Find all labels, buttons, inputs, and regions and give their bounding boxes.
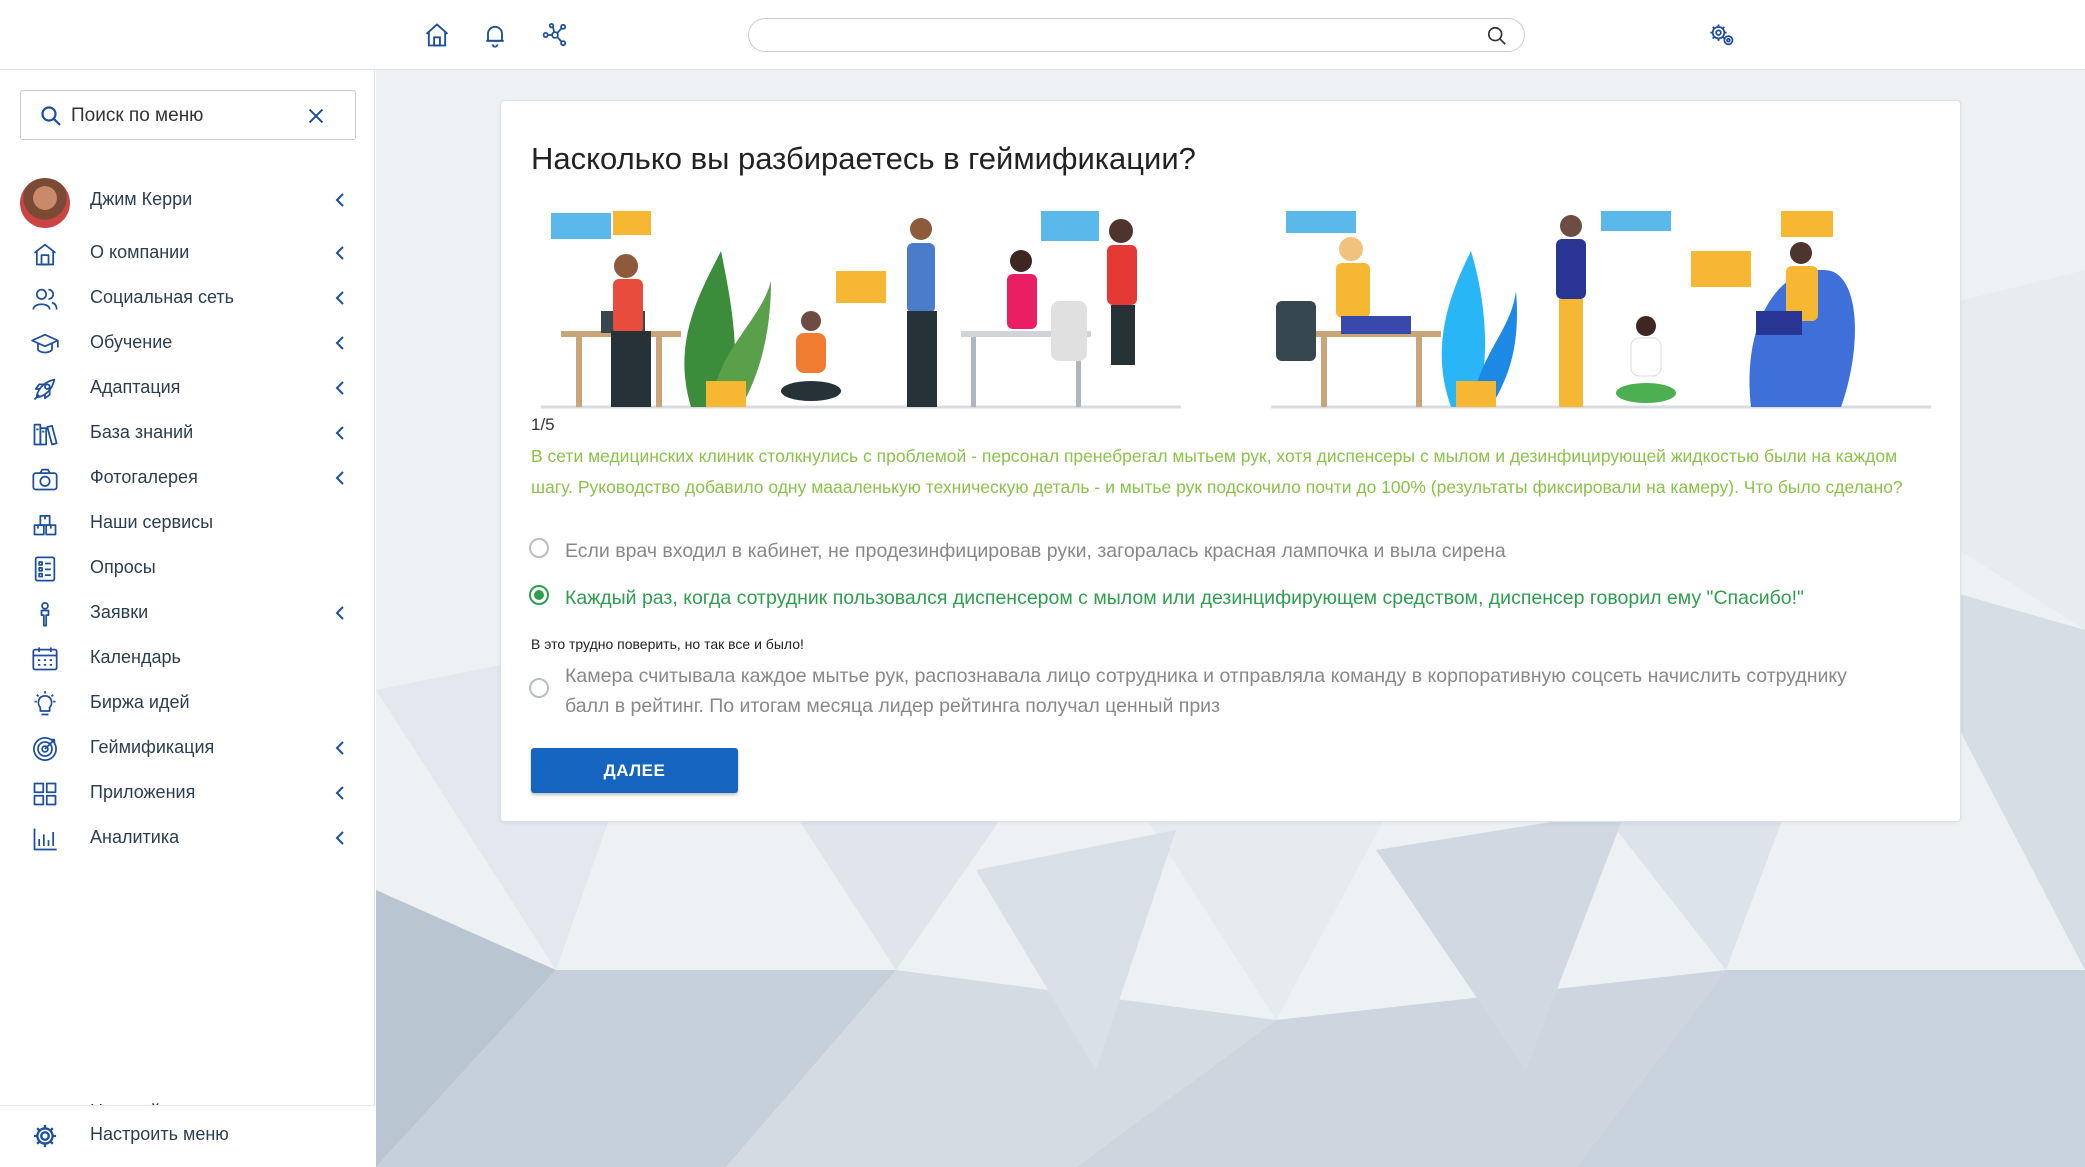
chevron-left-icon[interactable] xyxy=(330,738,350,758)
chevron-left-icon[interactable] xyxy=(330,378,350,398)
avatar xyxy=(20,178,70,228)
sidebar-item-label: Обучение xyxy=(90,332,173,352)
quiz-progress: 1/5 xyxy=(531,415,555,434)
sidebar-item-label: Аналитика xyxy=(90,827,180,847)
sidebar-item-label: Наши сервисы xyxy=(90,512,214,532)
sidebar-item-label: Приложения xyxy=(90,782,196,802)
gear-icon xyxy=(30,1121,60,1151)
building-icon xyxy=(30,239,60,269)
settings-gears-icon[interactable] xyxy=(1707,20,1737,50)
books-icon xyxy=(30,419,60,449)
sidebar-item-label: Заявки xyxy=(90,602,149,622)
sidebar-item-label: Геймификация xyxy=(90,737,215,757)
sidebar-item-lightbulb[interactable]: Биржа идей xyxy=(0,678,375,728)
global-search-input[interactable] xyxy=(765,23,1465,47)
sidebar-item-grid-apps[interactable]: Приложения xyxy=(0,768,375,818)
rocket-icon xyxy=(30,374,60,404)
option-text: Каждый раз, когда сотрудник пользовался … xyxy=(565,587,1804,609)
next-button[interactable]: ДАЛЕЕ xyxy=(531,748,738,793)
calendar-icon xyxy=(30,644,60,674)
chevron-left-icon[interactable] xyxy=(330,243,350,263)
sidebar-item-label: О компании xyxy=(90,242,190,262)
sidebar-item-label: Опросы xyxy=(90,557,156,577)
search-icon[interactable] xyxy=(1486,25,1508,47)
option-text: Камера считывала каждое мытье рук, распо… xyxy=(565,665,1847,717)
chevron-left-icon[interactable] xyxy=(330,423,350,443)
user-name: Джим Керри xyxy=(90,189,193,209)
chevron-left-icon[interactable] xyxy=(330,603,350,623)
menu-search-label: Поиск по меню xyxy=(71,105,204,126)
sidebar-item-label: База знаний xyxy=(90,422,194,442)
option-text: Если врач входил в кабинет, не продезинф… xyxy=(565,540,1506,562)
global-search[interactable] xyxy=(748,18,1525,52)
survey-list-icon xyxy=(30,554,60,584)
sidebar-item-target[interactable]: Геймификация xyxy=(0,723,375,773)
chevron-left-icon[interactable] xyxy=(330,468,350,488)
boxes-icon xyxy=(30,509,60,539)
home-icon[interactable] xyxy=(422,20,452,50)
search-icon xyxy=(41,106,61,126)
menu-search[interactable]: Поиск по меню xyxy=(20,90,356,140)
bell-icon[interactable] xyxy=(480,20,510,50)
configure-menu[interactable]: Настроить меню xyxy=(0,1105,375,1167)
configure-menu-item[interactable]: Настроить меню xyxy=(0,1110,375,1160)
close-icon[interactable] xyxy=(305,105,327,127)
radio-button[interactable] xyxy=(529,538,549,558)
sidebar-item-label: Социальная сеть xyxy=(90,287,234,307)
chevron-left-icon[interactable] xyxy=(330,190,350,210)
answer-feedback: В это трудно поверить, но так все и было… xyxy=(531,636,804,652)
bar-chart-icon xyxy=(30,824,60,854)
sidebar-item-label: Адаптация xyxy=(90,377,181,397)
sidebar-item-books[interactable]: База знаний xyxy=(0,408,375,458)
sidebar-item-building[interactable]: О компании xyxy=(0,228,375,278)
page-title: Насколько вы разбираетесь в геймификации… xyxy=(531,141,1196,176)
sidebar-item-label: Календарь xyxy=(90,647,181,667)
camera-icon xyxy=(30,464,60,494)
sidebar-item-rocket[interactable]: Адаптация xyxy=(0,363,375,413)
users-icon xyxy=(30,284,60,314)
chevron-left-icon[interactable] xyxy=(330,333,350,353)
sidebar-item-survey-list[interactable]: Опросы xyxy=(0,543,375,593)
chevron-left-icon[interactable] xyxy=(330,783,350,803)
radio-button[interactable] xyxy=(529,678,549,698)
radio-button-selected[interactable] xyxy=(529,585,549,605)
sidebar-item-graduation-cap[interactable]: Обучение xyxy=(0,318,375,368)
sidebar-item-bar-chart[interactable]: Аналитика xyxy=(0,813,375,863)
lightbulb-icon xyxy=(30,689,60,719)
quiz-card: Насколько вы разбираетесь в геймификации… xyxy=(500,100,1961,822)
configure-menu-label: Настроить меню xyxy=(90,1124,229,1144)
sidebar-item-boxes[interactable]: Наши сервисы xyxy=(0,498,375,548)
sidebar: Поиск по меню Джим Керри О компании Социа… xyxy=(0,70,375,1167)
quiz-question: В сети медицинских клиник столкнулись с … xyxy=(531,446,1903,497)
office-illustration xyxy=(541,211,1931,409)
sidebar-item-camera[interactable]: Фотогалерея xyxy=(0,453,375,503)
sidebar-item-users[interactable]: Социальная сеть xyxy=(0,273,375,323)
sidebar-item-label: Биржа идей xyxy=(90,692,190,712)
target-icon xyxy=(30,734,60,764)
sidebar-item-request[interactable]: Заявки xyxy=(0,588,375,638)
sidebar-item-user[interactable]: Джим Керри xyxy=(0,175,375,228)
sidebar-item-calendar[interactable]: Календарь xyxy=(0,633,375,683)
chevron-left-icon[interactable] xyxy=(330,288,350,308)
grid-apps-icon xyxy=(30,779,60,809)
request-icon xyxy=(30,599,60,629)
sidebar-item-label: Фотогалерея xyxy=(90,467,198,487)
network-icon[interactable] xyxy=(540,20,570,50)
top-bar xyxy=(0,0,2085,70)
chevron-left-icon[interactable] xyxy=(330,828,350,848)
graduation-cap-icon xyxy=(30,329,60,359)
